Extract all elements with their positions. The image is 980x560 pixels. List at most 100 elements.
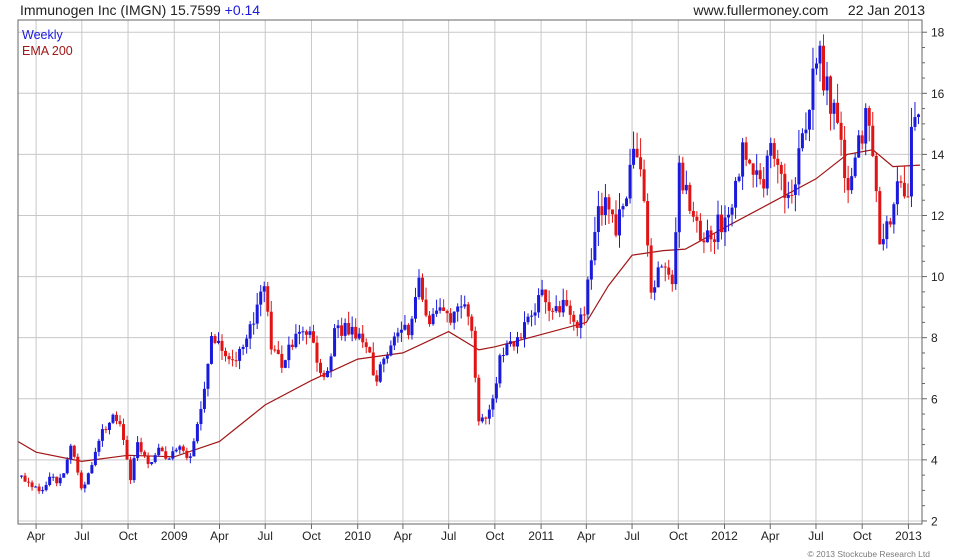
candle-body [895, 181, 899, 205]
plot-frame [17, 19, 923, 525]
candle-body [501, 355, 505, 357]
candle-body [178, 446, 182, 450]
candle-body [656, 267, 660, 288]
candle-body [776, 158, 780, 165]
candle-body [396, 332, 400, 337]
candle-body [65, 459, 69, 474]
x-tick-label: Jul [74, 529, 89, 543]
candle-body [136, 442, 140, 459]
candle-body [677, 162, 681, 233]
candle-body [530, 315, 534, 317]
candle-body [185, 450, 189, 458]
x-tick-label: Oct [486, 529, 505, 543]
y-tick-label: 16 [931, 87, 945, 101]
x-tick-label: 2009 [161, 529, 188, 543]
candle-body [674, 232, 678, 285]
candle-body [473, 330, 477, 378]
candle-body [797, 148, 801, 185]
candle-body [435, 310, 439, 314]
candle-body [466, 304, 470, 317]
candle-body [357, 333, 361, 339]
candle-body [248, 324, 252, 339]
candle-body [857, 135, 861, 158]
candle-body [800, 133, 804, 149]
candle-body [188, 456, 192, 458]
candle-body [34, 486, 38, 488]
candle-body [698, 220, 702, 241]
candle-body [702, 240, 706, 243]
candle-body [262, 286, 266, 292]
candle-body [649, 245, 653, 293]
candle-body [48, 476, 52, 485]
candle-body [705, 230, 709, 243]
candle-body [311, 331, 315, 343]
candle-body [273, 349, 277, 351]
candle-body [456, 306, 460, 312]
candle-body [44, 484, 48, 491]
candle-body [304, 331, 308, 335]
candle-body [537, 295, 541, 313]
y-tick-label: 10 [931, 270, 945, 284]
candle-body [153, 455, 157, 463]
candle-body [628, 164, 632, 199]
candle-body [90, 465, 94, 474]
candle-body [157, 447, 161, 456]
candle-body [354, 326, 358, 339]
candle-body [410, 318, 414, 336]
candle-body [431, 313, 435, 325]
candle-body [100, 429, 104, 441]
x-tick-label: Jul [624, 529, 639, 543]
x-tick-label: Jul [441, 529, 456, 543]
candle-body [568, 305, 572, 315]
candle-body [403, 324, 407, 330]
candle-body [399, 329, 403, 333]
candle-body [899, 181, 903, 183]
candle-body [829, 76, 833, 114]
candle-body [572, 314, 576, 322]
candle-body [874, 155, 878, 192]
candle-body [195, 423, 199, 442]
gridlines [18, 20, 922, 524]
x-tick-label: Apr [577, 529, 596, 543]
candle-body [160, 447, 164, 452]
x-tick-label: Apr [210, 529, 229, 543]
candle-body [505, 344, 509, 356]
candle-body [297, 331, 301, 334]
candle-body [526, 316, 530, 323]
candle-body [804, 129, 808, 134]
candle-body [438, 307, 442, 311]
candle-body [906, 196, 910, 198]
candle-body [269, 311, 273, 350]
candle-body [621, 206, 625, 210]
candle-body [596, 206, 600, 232]
candle-body [280, 353, 284, 368]
candle-body [730, 207, 734, 215]
x-tick-label: Oct [853, 529, 872, 543]
candle-body [540, 289, 544, 296]
candle-body [132, 458, 136, 481]
candle-body [294, 333, 298, 348]
x-tick-label: 2012 [711, 529, 738, 543]
candle-body [477, 377, 481, 422]
x-tick-label: Oct [302, 529, 321, 543]
candle-body [463, 304, 467, 307]
candle-body [751, 163, 755, 175]
candle-body [392, 336, 396, 346]
candle-body [252, 323, 256, 325]
y-tick-label: 2 [931, 514, 938, 528]
candle-body [428, 315, 432, 325]
candle-body [329, 356, 333, 371]
candle-body [150, 462, 154, 464]
candle-body [199, 408, 203, 424]
candle-body [519, 337, 523, 339]
candle-body [593, 231, 597, 261]
candle-body [470, 316, 474, 331]
candle-body [515, 337, 519, 347]
candle-body [72, 445, 76, 457]
candle-body [20, 475, 24, 477]
candle-body [586, 279, 590, 315]
candle-body [836, 102, 840, 123]
candle-body [143, 451, 147, 457]
y-tick-label: 12 [931, 209, 945, 223]
candle-body [892, 204, 896, 225]
